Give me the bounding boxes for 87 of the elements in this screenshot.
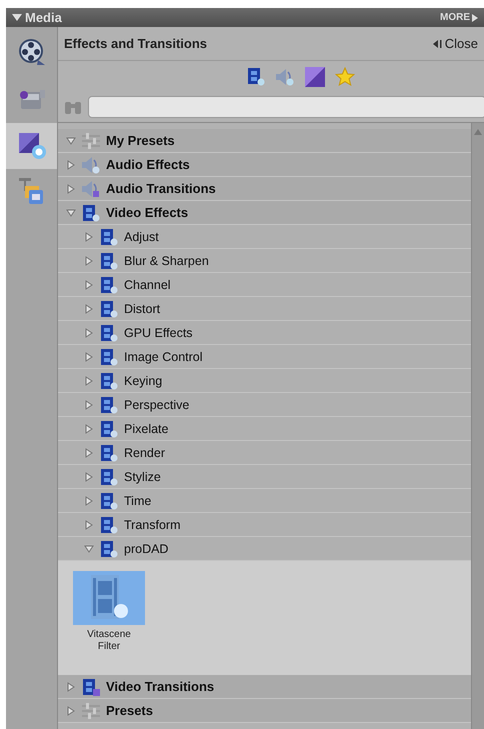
- search-field[interactable]: [88, 96, 484, 118]
- film-reel-icon: [18, 38, 46, 66]
- tree-label: Video Effects: [106, 205, 188, 220]
- filmstrip-icon: [99, 420, 119, 438]
- filmstrip-icon: [99, 540, 119, 558]
- filmstrip-icon: [99, 492, 119, 510]
- tile-label: Vitascene Filter: [86, 629, 132, 652]
- tree-item[interactable]: Video Effects: [58, 201, 471, 225]
- sidebar-tab[interactable]: [6, 123, 57, 169]
- effect-tile[interactable]: Vitascene Filter: [72, 571, 146, 665]
- expander-icon[interactable]: [66, 184, 76, 194]
- effect-thumbnail[interactable]: [73, 571, 145, 625]
- speaker-icon[interactable]: [275, 68, 295, 86]
- tree-label: Adjust: [124, 230, 159, 244]
- expander-icon[interactable]: [84, 232, 94, 242]
- expander-icon[interactable]: [84, 328, 94, 338]
- tree-label: Render: [124, 446, 165, 460]
- filmstrip-icon: [99, 276, 119, 294]
- tree-item[interactable]: Video Transitions: [58, 675, 471, 699]
- tree-label: Time: [124, 494, 152, 508]
- filmstrip-icon: [99, 396, 119, 414]
- sliders-icon: [81, 132, 101, 150]
- filmstrip-icon: [99, 444, 119, 462]
- play-arrow-icon: [472, 14, 478, 22]
- tree-label: Audio Effects: [106, 157, 190, 172]
- tree-label: Image Control: [124, 350, 203, 364]
- expander-icon[interactable]: [84, 256, 94, 266]
- expander-icon[interactable]: [84, 544, 94, 554]
- tree-label: Transform: [124, 518, 180, 532]
- media-title[interactable]: Media: [25, 10, 62, 25]
- tree-item[interactable]: Audio Effects: [58, 153, 471, 177]
- expander-icon[interactable]: [66, 208, 76, 218]
- filmstrip-icon: [81, 678, 101, 696]
- tree-label: Stylize: [124, 470, 161, 484]
- expander-icon[interactable]: [84, 304, 94, 314]
- caret-icon[interactable]: [12, 14, 22, 21]
- tree-label: Channel: [124, 278, 171, 292]
- filmstrip-icon: [99, 324, 119, 342]
- tree-label: GPU Effects: [124, 326, 193, 340]
- filmstrip-icon: [81, 204, 101, 222]
- expander-icon[interactable]: [84, 352, 94, 362]
- binoculars-icon: [64, 99, 82, 115]
- tree-item[interactable]: My Presets: [58, 129, 471, 153]
- tree-label: Blur & Sharpen: [124, 254, 209, 268]
- expander-icon[interactable]: [84, 496, 94, 506]
- panel-title: Effects and Transitions: [64, 36, 208, 51]
- filmstrip-icon: [99, 348, 119, 366]
- tree-label: Distort: [124, 302, 160, 316]
- star-icon[interactable]: [335, 66, 355, 86]
- collapse-icon: [432, 40, 442, 48]
- expander-icon[interactable]: [66, 136, 76, 146]
- tree-label: Keying: [124, 374, 162, 388]
- filmstrip-icon: [99, 228, 119, 246]
- expander-icon[interactable]: [66, 706, 76, 716]
- expander-icon[interactable]: [66, 682, 76, 692]
- expander-icon[interactable]: [84, 376, 94, 386]
- tree-label: Audio Transitions: [106, 181, 216, 196]
- expander-icon[interactable]: [84, 448, 94, 458]
- transition-icon[interactable]: [305, 66, 325, 86]
- filmstrip-icon: [99, 468, 119, 486]
- tree-label: Perspective: [124, 398, 190, 412]
- tree-item[interactable]: Presets: [58, 699, 471, 723]
- expander-icon[interactable]: [66, 160, 76, 170]
- tree-label: Pixelate: [124, 422, 168, 436]
- filmstrip-icon[interactable]: [247, 68, 265, 86]
- tree-item[interactable]: Audio Transitions: [58, 177, 471, 201]
- titles-icon: [18, 178, 44, 206]
- expander-icon[interactable]: [84, 520, 94, 530]
- more-button[interactable]: MORE: [440, 12, 478, 23]
- speaker-icon: [81, 180, 101, 198]
- speaker-icon: [81, 156, 101, 174]
- effects-icon: [16, 131, 46, 161]
- close-button[interactable]: Close: [432, 36, 478, 51]
- sliders-icon: [81, 702, 101, 720]
- scrollbar[interactable]: [471, 123, 484, 729]
- expander-icon[interactable]: [84, 280, 94, 290]
- tree-label: proDAD: [124, 542, 168, 556]
- filmstrip-icon: [99, 372, 119, 390]
- filmstrip-icon: [99, 300, 119, 318]
- expander-icon[interactable]: [84, 424, 94, 434]
- expander-icon[interactable]: [84, 400, 94, 410]
- filmstrip-icon: [99, 252, 119, 270]
- tree-label: My Presets: [106, 133, 175, 148]
- tree-label: Video Transitions: [106, 679, 214, 694]
- filmstrip-icon: [99, 516, 119, 534]
- tree-label: Presets: [106, 703, 153, 718]
- expander-icon[interactable]: [84, 472, 94, 482]
